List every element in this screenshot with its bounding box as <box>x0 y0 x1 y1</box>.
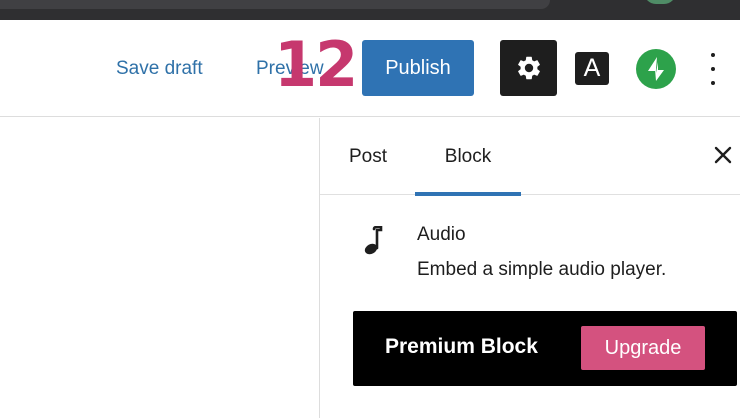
save-draft-button[interactable]: Save draft <box>116 58 203 80</box>
premium-block-label: Premium Block <box>385 335 538 358</box>
premium-block-banner: Premium Block Upgrade <box>353 311 737 386</box>
vertical-ellipsis-icon <box>711 53 715 57</box>
editor-canvas[interactable] <box>0 118 319 418</box>
settings-sidebar: Post Block Audio Embed a simple audio pl… <box>319 118 740 418</box>
block-title: Audio <box>417 224 466 245</box>
browser-profile-avatar[interactable] <box>644 0 676 4</box>
step-number-annotation: 12 <box>274 28 358 101</box>
editor-header: Save draft Preview 12 Publish A <box>0 20 740 117</box>
upgrade-button[interactable]: Upgrade <box>581 326 705 370</box>
publish-button[interactable]: Publish <box>362 40 474 96</box>
typography-button[interactable]: A <box>575 52 609 85</box>
settings-button[interactable] <box>500 40 557 96</box>
close-sidebar-button[interactable] <box>710 142 736 168</box>
browser-tab-edge <box>0 0 550 9</box>
music-note-icon <box>364 226 383 255</box>
close-icon <box>714 146 732 164</box>
gear-icon <box>517 56 540 80</box>
jetpack-bolt-icon <box>648 57 664 81</box>
browser-chrome-strip <box>0 0 740 20</box>
more-options-button[interactable] <box>704 53 722 85</box>
ellipsis-dot <box>711 81 715 85</box>
sidebar-tabs: Post Block <box>320 118 740 196</box>
tab-post[interactable]: Post <box>334 118 402 195</box>
jetpack-button[interactable] <box>636 49 676 89</box>
tab-block[interactable]: Block <box>415 118 521 196</box>
block-description: Embed a simple audio player. <box>417 259 667 280</box>
ellipsis-dot <box>711 67 715 71</box>
